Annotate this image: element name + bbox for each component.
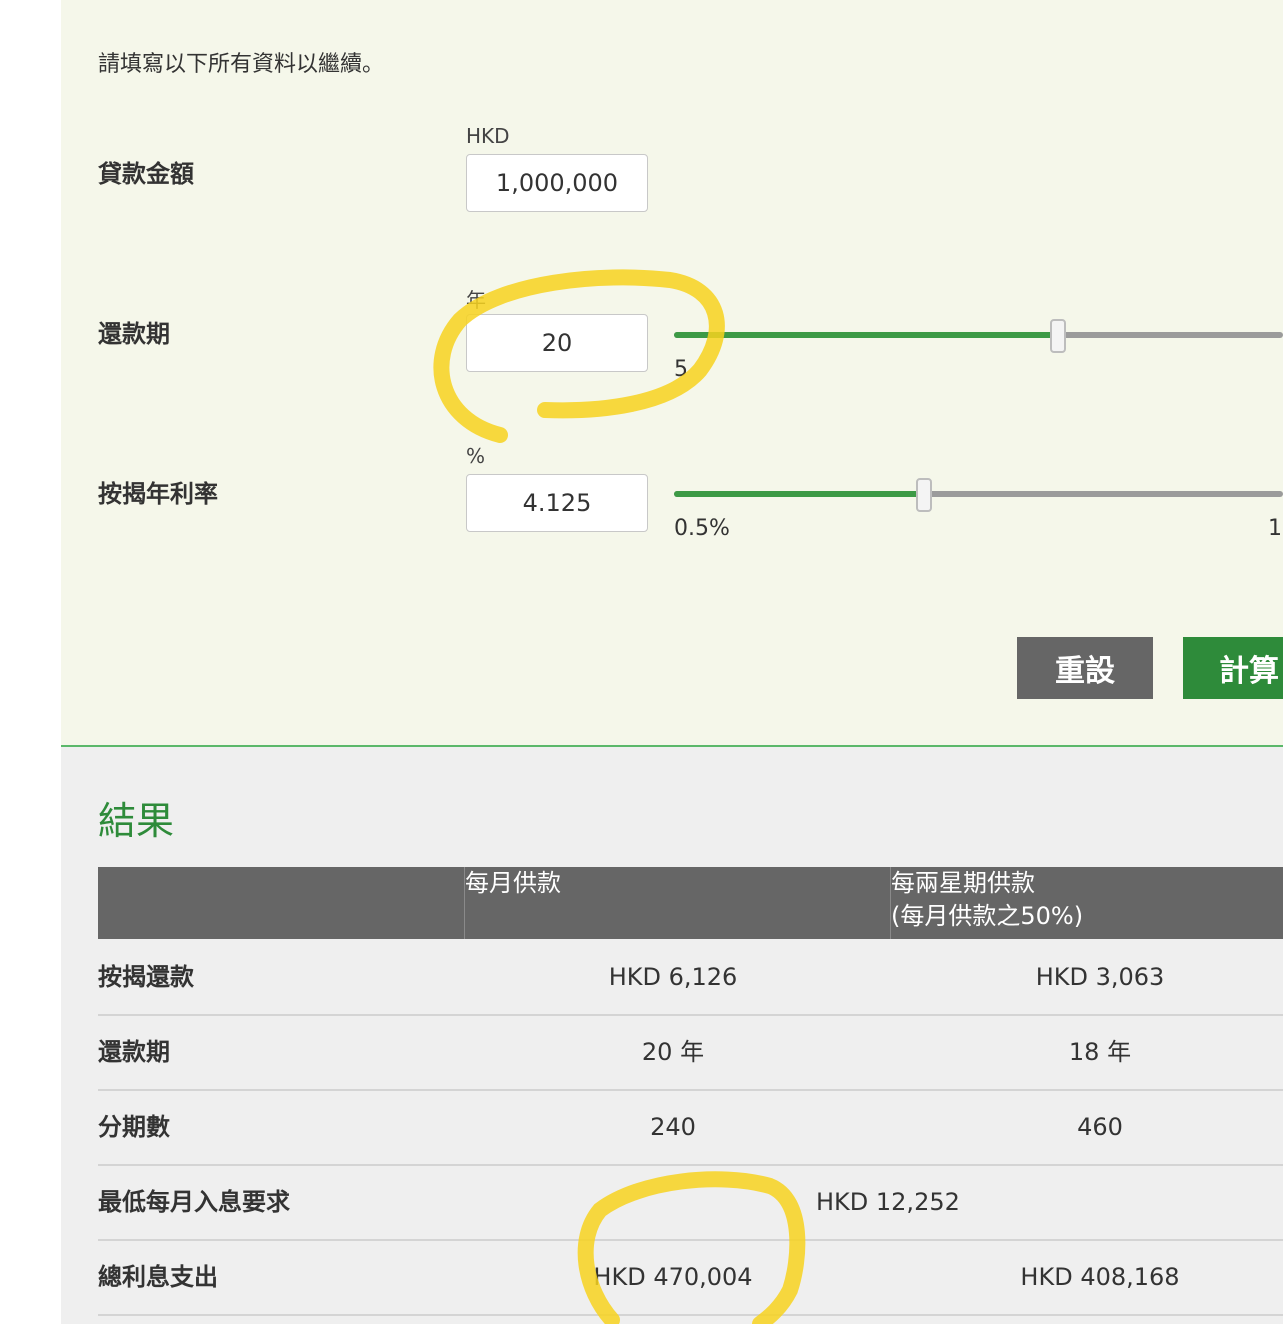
table-row: 最低每月入息要求 HKD 12,252 <box>98 1166 1283 1241</box>
table-row: 還款期 20 年 18 年 <box>98 1016 1283 1091</box>
header-biweekly-line1: 每兩星期供款 <box>891 869 1035 897</box>
table-row: 分期數 240 460 <box>98 1091 1283 1166</box>
results-table-header: 每月供款 每兩星期供款 (每月供款之50%) <box>98 867 1283 939</box>
rate-slider[interactable] <box>674 478 1283 512</box>
header-biweekly-line2: (每月供款之50%) <box>891 902 1084 930</box>
header-monthly-label: 每月供款 <box>465 869 561 897</box>
rate-slider-handle[interactable] <box>916 478 932 512</box>
tenor-slider-fill <box>674 332 1058 338</box>
tenor-input[interactable] <box>466 314 648 372</box>
results-title: 結果 <box>98 799 175 843</box>
tenor-slider[interactable] <box>674 319 1283 353</box>
biweekly-value: HKD 408,168 <box>1020 1263 1180 1291</box>
tenor-slider-min: 5 <box>674 357 688 382</box>
reset-button[interactable]: 重設 <box>1017 637 1153 699</box>
loan-amount-unit: HKD <box>466 124 510 148</box>
monthly-value: HKD 6,126 <box>608 963 738 991</box>
row-label: 還款期 <box>98 1038 170 1066</box>
calculate-button[interactable]: 計算 <box>1183 637 1283 699</box>
monthly-value: 240 <box>650 1113 696 1141</box>
calculate-button-clip: 計算 <box>1183 637 1283 699</box>
rate-label: 按揭年利率 <box>98 480 218 508</box>
table-row: 總利息支出 HKD 470,004 HKD 408,168 <box>98 1241 1283 1316</box>
calculator-form-panel <box>61 0 1283 747</box>
row-label: 總利息支出 <box>98 1263 218 1291</box>
rate-slider-max: 1( <box>1268 516 1283 541</box>
monthly-value: HKD 470,004 <box>593 1263 753 1291</box>
header-biweekly: 每兩星期供款 (每月供款之50%) <box>890 867 1083 939</box>
table-row: 按揭還款 HKD 6,126 HKD 3,063 <box>98 941 1283 1016</box>
tenor-slider-handle[interactable] <box>1050 319 1066 353</box>
tenor-unit: 年 <box>466 288 486 312</box>
biweekly-value: HKD 3,063 <box>1035 963 1165 991</box>
monthly-value: 20 年 <box>641 1038 705 1066</box>
rate-slider-fill <box>674 491 924 497</box>
rate-slider-min: 0.5% <box>674 516 730 541</box>
form-intro-text: 請填寫以下所有資料以繼續。 <box>98 52 385 77</box>
row-label: 按揭還款 <box>98 963 194 991</box>
loan-amount-input[interactable] <box>466 154 648 212</box>
header-monthly: 每月供款 <box>464 867 561 939</box>
row-label: 最低每月入息要求 <box>98 1188 290 1216</box>
biweekly-value: 18 年 <box>1068 1038 1132 1066</box>
tenor-label: 還款期 <box>98 320 170 348</box>
rate-input[interactable] <box>466 474 648 532</box>
loan-amount-label: 貸款金額 <box>98 160 194 188</box>
biweekly-value: 460 <box>1077 1113 1123 1141</box>
merged-value: HKD 12,252 <box>816 1188 960 1216</box>
row-label: 分期數 <box>98 1113 170 1141</box>
rate-unit: % <box>466 444 486 468</box>
